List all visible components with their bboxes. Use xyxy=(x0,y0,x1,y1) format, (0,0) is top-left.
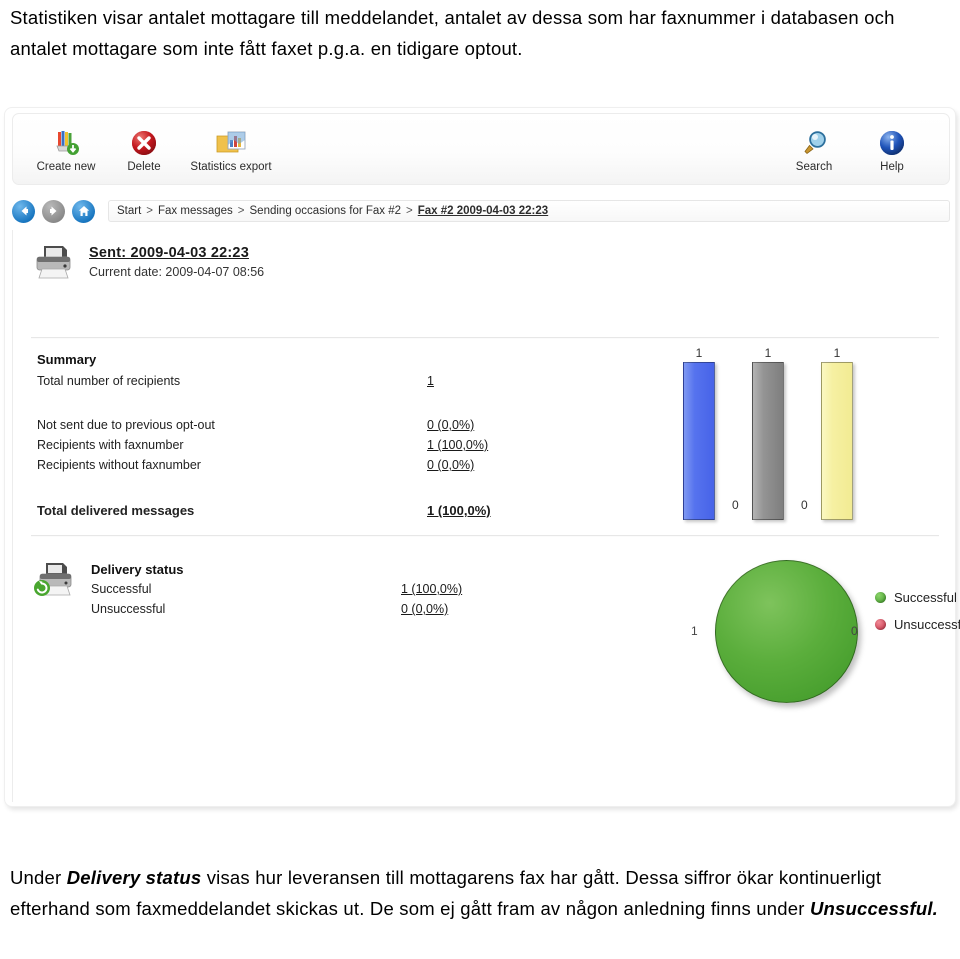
delivery-text-block: Delivery status Successful 1 (100,0%) Un… xyxy=(91,560,571,619)
breadcrumb-item-sending-occasions[interactable]: Sending occasions for Fax #2 xyxy=(250,205,402,217)
create-new-label: Create new xyxy=(36,161,96,173)
application-screenshot: Create new Delete Statistics export Sear… xyxy=(0,105,960,835)
summary-value[interactable]: 0 (0,0%) xyxy=(427,455,474,475)
delivery-value[interactable]: 0 (0,0%) xyxy=(401,599,448,619)
breadcrumb-item-fax-messages[interactable]: Fax messages xyxy=(158,205,233,217)
bar-plot-area: 1 0 1 0 1 xyxy=(673,330,903,520)
breadcrumb-bar: Start > Fax messages > Sending occasions… xyxy=(12,196,950,226)
delete-label: Delete xyxy=(127,161,161,173)
summary-label: Recipients without faxnumber xyxy=(37,458,201,472)
legend-dot-successful-icon xyxy=(875,592,886,603)
help-button[interactable]: Help xyxy=(853,118,931,173)
bar-total-recipients xyxy=(683,362,715,520)
bar-total-delivered xyxy=(821,362,853,520)
breadcrumb-separator: > xyxy=(146,205,154,217)
pie-legend-item-successful: Successful xyxy=(875,590,960,605)
summary-row-total-delivered: Total delivered messages 1 (100,0%) xyxy=(37,501,517,521)
pie-legend: Successful Unsuccessful xyxy=(875,590,960,644)
statistics-export-label: Statistics export xyxy=(190,161,272,173)
statistics-export-button[interactable]: Statistics export xyxy=(183,118,279,173)
delivery-label: Successful xyxy=(91,582,152,596)
pie-slice-successful xyxy=(715,560,858,703)
summary-label: Total delivered messages xyxy=(37,503,195,518)
sent-text-block: Sent: 2009-04-03 22:23 Current date: 200… xyxy=(89,242,264,279)
summary-section: Summary Total number of recipients 1 Not… xyxy=(37,352,517,521)
sent-header: Sent: 2009-04-03 22:23 Current date: 200… xyxy=(31,242,264,287)
legend-label-unsuccessful: Unsuccessful xyxy=(894,617,960,632)
search-icon xyxy=(800,123,828,157)
bar-recipients-with-faxnumber xyxy=(752,362,784,520)
outro-paragraph: Under Delivery status visas hur leverans… xyxy=(4,862,956,924)
outro-part-a: Under xyxy=(10,867,67,888)
home-button[interactable] xyxy=(72,199,95,223)
search-button[interactable]: Search xyxy=(775,118,853,173)
toolbar: Create new Delete Statistics export Sear… xyxy=(12,113,950,185)
intro-paragraph: Statistiken visar antalet mottagare till… xyxy=(10,7,895,59)
sent-timestamp: Sent: 2009-04-03 22:23 xyxy=(89,245,249,261)
bar-value-label-zero: 0 xyxy=(732,498,739,512)
summary-value[interactable]: 1 (100,0%) xyxy=(427,501,491,521)
summary-row-total-recipients: Total number of recipients 1 xyxy=(37,371,517,391)
summary-label: Not sent due to previous opt-out xyxy=(37,418,215,432)
page-card: Create new Delete Statistics export Sear… xyxy=(4,107,960,807)
summary-row-optout: Not sent due to previous opt-out 0 (0,0%… xyxy=(37,415,517,435)
delete-button[interactable]: Delete xyxy=(105,118,183,173)
toolbar-left-group: Create new Delete Statistics export xyxy=(27,118,279,173)
create-new-icon xyxy=(51,123,81,157)
outro-emphasis-unsuccessful: Unsuccessful. xyxy=(809,898,939,919)
content-area: Sent: 2009-04-03 22:23 Current date: 200… xyxy=(12,230,960,802)
summary-row-without-faxnumber: Recipients without faxnumber 0 (0,0%) xyxy=(37,455,517,475)
bar-value-label-zero: 0 xyxy=(801,498,808,512)
delivery-status-section: Delivery status Successful 1 (100,0%) Un… xyxy=(31,560,571,619)
pie-value-label-successful: 1 xyxy=(691,624,698,638)
divider-middle xyxy=(31,535,939,536)
statistics-export-icon xyxy=(215,123,247,157)
home-icon xyxy=(77,204,91,218)
summary-title: Summary xyxy=(37,352,97,367)
delete-icon xyxy=(130,123,158,157)
arrow-right-icon xyxy=(47,204,61,218)
help-label: Help xyxy=(880,161,904,173)
printer-refresh-icon xyxy=(31,560,75,605)
summary-label: Recipients with faxnumber xyxy=(37,438,184,452)
outro-emphasis-delivery-status: Delivery status xyxy=(66,867,202,888)
breadcrumb-separator: > xyxy=(406,205,413,217)
arrow-left-icon xyxy=(17,204,31,218)
breadcrumb-separator: > xyxy=(237,205,245,217)
summary-value[interactable]: 1 xyxy=(427,371,434,391)
breadcrumb-item-current[interactable]: Fax #2 2009-04-03 22:23 xyxy=(418,205,548,217)
help-icon xyxy=(878,123,906,157)
summary-row-with-faxnumber: Recipients with faxnumber 1 (100,0%) xyxy=(37,435,517,455)
bar-value-label: 1 xyxy=(764,346,772,360)
create-new-button[interactable]: Create new xyxy=(27,118,105,173)
delivery-row-unsuccessful: Unsuccessful 0 (0,0%) xyxy=(91,599,571,619)
breadcrumb-item-start[interactable]: Start xyxy=(117,205,141,217)
pie-legend-item-unsuccessful: Unsuccessful xyxy=(875,617,960,632)
printer-icon xyxy=(31,242,75,287)
delivery-pie-chart: 1 0 Successful Unsuccessful xyxy=(685,552,960,712)
breadcrumb: Start > Fax messages > Sending occasions… xyxy=(108,200,950,222)
back-button[interactable] xyxy=(12,199,35,223)
search-label: Search xyxy=(795,161,833,173)
delivery-label: Unsuccessful xyxy=(91,602,166,616)
toolbar-right-group: Search Help xyxy=(775,118,931,173)
summary-value[interactable]: 1 (100,0%) xyxy=(427,435,488,455)
bar-value-label: 1 xyxy=(833,346,841,360)
legend-label-successful: Successful xyxy=(894,590,957,605)
summary-label: Total number of recipients xyxy=(37,374,181,388)
summary-value[interactable]: 0 (0,0%) xyxy=(427,415,474,435)
summary-bar-chart: 1 0 1 0 1 xyxy=(673,330,903,520)
forward-button[interactable] xyxy=(42,199,65,223)
delivery-value[interactable]: 1 (100,0%) xyxy=(401,579,462,599)
legend-dot-unsuccessful-icon xyxy=(875,619,886,630)
pie-value-label-unsuccessful: 0 xyxy=(851,624,858,638)
delivery-row-successful: Successful 1 (100,0%) xyxy=(91,579,571,599)
current-date: Current date: 2009-04-07 08:56 xyxy=(89,265,265,279)
delivery-status-title: Delivery status xyxy=(91,562,184,577)
bar-value-label: 1 xyxy=(695,346,703,360)
